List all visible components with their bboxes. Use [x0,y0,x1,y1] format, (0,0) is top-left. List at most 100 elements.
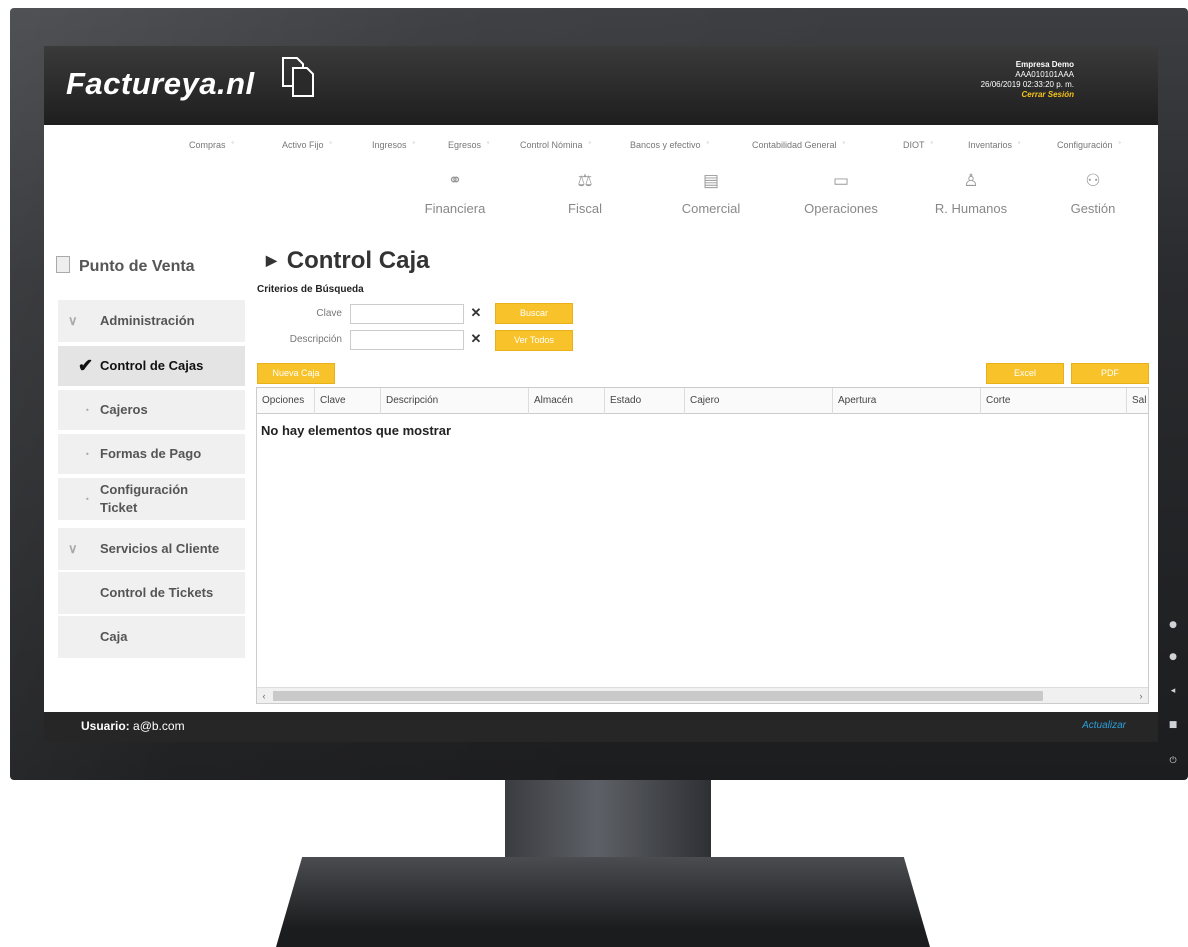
session-datetime: 26/06/2019 02:33:20 p. m. [980,80,1074,89]
sidebar-section-administracion[interactable]: ∨ Administración [58,300,245,342]
sidebar-item-label: Configuración Ticket [100,482,189,515]
logout-link[interactable]: Cerrar Sesión [981,90,1074,100]
horizontal-scrollbar[interactable]: ‹ › [257,687,1148,703]
sidebar-item-label: Formas de Pago [100,446,202,461]
company-rfc: AAA010101AAA [1015,70,1074,79]
sidebar-item-label: Control de Cajas [100,358,204,373]
menu-item-compras[interactable]: Compras [189,140,234,150]
clear-descripcion-icon[interactable]: ✕ [469,331,483,347]
sidebar-item-configuracion-ticket[interactable]: • Configuración Ticket [58,478,245,520]
page-title-text: Control Caja [286,247,430,274]
module-gestion[interactable]: ⚇ Gestión [1038,166,1148,216]
column-header-almacen[interactable]: Almacén [529,388,605,414]
brand-logo: Factureya.nl [66,66,255,101]
monitor-button-icon: ■ [1168,720,1178,730]
search-criteria-title: Criterios de Búsqueda [257,284,364,295]
nueva-caja-button[interactable]: Nueva Caja [257,363,335,384]
sidebar-item-label: Caja [100,629,128,644]
column-header-descripcion[interactable]: Descripción [381,388,529,414]
monitor-button-icon: ● [1169,620,1177,630]
module-label: Gestión [1070,201,1116,216]
building-icon: ▤ [702,171,720,190]
table-header: Opciones Clave Descripción Almacén Estad… [257,388,1148,414]
menu-item-activo-fijo[interactable]: Activo Fijo [282,140,332,150]
refresh-link[interactable]: Actualizar [1082,720,1126,731]
clave-label: Clave [316,308,342,319]
menu-item-contabilidad[interactable]: Contabilidad General [752,140,845,150]
clear-clave-icon[interactable]: ✕ [469,305,483,321]
pdf-button[interactable]: PDF [1071,363,1149,384]
scroll-right-icon[interactable]: › [1134,688,1148,703]
status-bar: Usuario: a@b.com Actualizar [44,712,1158,742]
company-name: Empresa Demo [1015,60,1074,69]
module-label: Operaciones [804,201,878,216]
menu-item-bancos[interactable]: Bancos y efectivo [630,140,709,150]
column-header-clave[interactable]: Clave [315,388,381,414]
scrollbar-thumb[interactable] [273,691,1043,701]
sidebar-item-caja[interactable]: Caja [58,616,245,658]
column-header-estado[interactable]: Estado [605,388,685,414]
module-bar: ⚭ Financiera ⚖ Fiscal ▤ Comercial ▭ Oper… [44,166,1158,238]
menu-item-diot[interactable]: DIOT [903,140,933,150]
menu-item-egresos[interactable]: Egresos [448,140,490,150]
menu-item-configuracion[interactable]: Configuración [1057,140,1121,150]
user-info: Usuario: a@b.com [81,719,185,733]
sidebar-item-formas-de-pago[interactable]: • Formas de Pago [58,434,245,474]
monitor-stand-base [276,857,930,947]
user-email: a@b.com [133,719,185,733]
sidebar-title: Punto de Venta [56,256,195,276]
monitor-button-icon: ◂ [1170,686,1176,696]
buscar-button[interactable]: Buscar [495,303,573,324]
column-header-sal[interactable]: Sal [1127,388,1148,414]
link-icon: ⚭ [447,171,463,190]
scale-icon: ⚖ [577,171,593,190]
page-title: ▶ Control Caja [266,247,429,275]
sidebar: Punto de Venta ∨ Administración ✔ Contro… [44,238,257,708]
person-icon: ♙ [963,171,979,190]
module-financiera[interactable]: ⚭ Financiera [400,166,510,216]
app-screen: Factureya.nl Empresa Demo AAA010101AAA 2… [44,46,1158,742]
module-comercial[interactable]: ▤ Comercial [656,166,766,216]
company-info: Empresa Demo AAA010101AAA 26/06/2019 02:… [981,60,1074,100]
module-r-humanos[interactable]: ♙ R. Humanos [916,166,1026,216]
empty-table-message: No hay elementos que mostrar [261,423,451,438]
sidebar-item-control-de-tickets[interactable]: Control de Tickets [58,572,245,614]
ver-todos-button[interactable]: Ver Todos [495,330,573,351]
column-header-corte[interactable]: Corte [981,388,1127,414]
top-bar: Factureya.nl Empresa Demo AAA010101AAA 2… [44,46,1158,125]
monitor-icon: ▭ [832,171,850,190]
cajas-table: Opciones Clave Descripción Almacén Estad… [256,387,1149,704]
sidebar-item-cajeros[interactable]: • Cajeros [58,390,245,430]
scroll-left-icon[interactable]: ‹ [257,688,271,703]
module-label: Financiera [424,201,486,216]
power-icon: ⏻ [1169,756,1177,766]
module-label: Comercial [681,201,741,216]
document-logo-icon [282,57,314,97]
chevron-down-icon: ∨ [68,313,78,328]
clave-input[interactable] [350,304,464,324]
org-chart-icon: ⚇ [1085,171,1101,190]
module-fiscal[interactable]: ⚖ Fiscal [530,166,640,216]
monitor-side-buttons: ● ● ◂ ■ ⏻ [1162,610,1184,780]
module-operaciones[interactable]: ▭ Operaciones [786,166,896,216]
chevron-down-icon: ∨ [68,541,78,556]
sidebar-section-label: Servicios al Cliente [100,541,220,556]
sidebar-item-control-de-cajas[interactable]: ✔ Control de Cajas [58,346,245,386]
bullet-icon: • [86,494,89,504]
monitor-button-icon: ● [1169,652,1177,662]
descripcion-input[interactable] [350,330,464,350]
bullet-icon: • [86,405,89,415]
sidebar-item-label: Control de Tickets [100,585,214,600]
excel-button[interactable]: Excel [986,363,1064,384]
menu-item-ingresos[interactable]: Ingresos [372,140,415,150]
menu-item-control-nomina[interactable]: Control Nómina [520,140,591,150]
sidebar-section-servicios-al-cliente[interactable]: ∨ Servicios al Cliente [58,528,245,570]
sidebar-item-label: Cajeros [100,402,148,417]
module-label: R. Humanos [934,201,1008,216]
column-header-opciones[interactable]: Opciones [257,388,315,414]
column-header-cajero[interactable]: Cajero [685,388,833,414]
column-header-apertura[interactable]: Apertura [833,388,981,414]
checkmark-icon: ✔ [78,355,94,376]
menu-item-inventarios[interactable]: Inventarios [968,140,1021,150]
descripcion-label: Descripción [289,334,342,345]
